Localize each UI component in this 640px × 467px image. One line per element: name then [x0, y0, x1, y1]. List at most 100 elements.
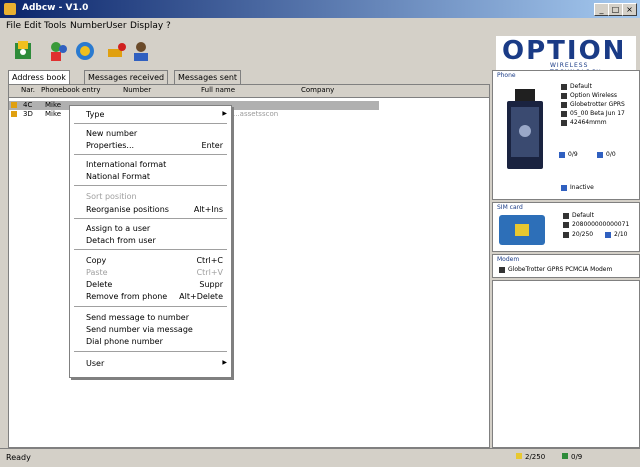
- address-book-icon[interactable]: [12, 39, 34, 63]
- menu-item-national[interactable]: National Format: [70, 171, 231, 182]
- phone-sms-count: 0/0: [597, 151, 616, 158]
- users-icon[interactable]: [48, 39, 70, 63]
- menu-item-sort-position[interactable]: Sort position: [70, 191, 231, 202]
- menu-item-remove-from-phone[interactable]: Remove from phone Alt+Delete: [70, 291, 231, 302]
- pc-card-icon: [507, 89, 543, 169]
- separator: [74, 249, 227, 250]
- status-icon: [561, 184, 567, 191]
- tab-label: Messages sent: [178, 73, 238, 82]
- phone-icon: [562, 453, 568, 459]
- manufacturer-icon: [561, 92, 567, 99]
- menu-number[interactable]: Number: [70, 21, 106, 31]
- phone-line: Default: [561, 83, 592, 90]
- sim-line-text: Default: [572, 212, 594, 219]
- sim-count: 2/10: [605, 231, 627, 238]
- separator: [74, 154, 227, 155]
- menu-item-paste[interactable]: Paste Ctrl+V: [70, 267, 231, 278]
- menu-item-delete[interactable]: Delete Suppr: [70, 279, 231, 290]
- option-logo: OPTION WIRELESS TECHNOLOGY: [496, 36, 636, 76]
- menu-item-properties[interactable]: Properties... Enter: [70, 140, 231, 151]
- menu-item-dial[interactable]: Dial phone number: [70, 336, 231, 347]
- submenu-arrow-icon: ▶: [222, 110, 227, 117]
- group-title: SIM card: [497, 204, 523, 211]
- minimize-button[interactable]: _: [594, 3, 609, 16]
- status-count-text: 2/250: [525, 453, 546, 461]
- close-button[interactable]: ×: [622, 3, 637, 16]
- sim-icon: [516, 453, 522, 459]
- menu-file[interactable]: File: [6, 21, 21, 31]
- tab-address-book[interactable]: Address book: [8, 70, 70, 84]
- status-phone-count: 0/9: [562, 453, 582, 461]
- col-full-name[interactable]: Full name: [201, 86, 235, 94]
- phone-line-text: 05_00 Beta Jun 17: [570, 110, 625, 117]
- default-icon: [561, 83, 567, 90]
- app-window: Adbcw - V1.0 _ □ × File Edit Tools Numbe…: [0, 0, 640, 467]
- separator: [74, 185, 227, 186]
- phone-line-text: 42464mmm: [570, 119, 607, 126]
- menu-item-type[interactable]: Type ▶: [70, 109, 231, 120]
- item-label: Detach from user: [86, 236, 156, 245]
- col-number[interactable]: Nar.: [21, 86, 35, 94]
- submenu-arrow-icon: ▶: [222, 359, 227, 366]
- menu-item-copy[interactable]: Copy Ctrl+C: [70, 255, 231, 266]
- item-label: Send message to number: [86, 313, 189, 322]
- menu-help[interactable]: ?: [166, 21, 171, 31]
- col-phone-number[interactable]: Number: [123, 86, 151, 94]
- menu-item-send-message[interactable]: Send message to number: [70, 312, 231, 323]
- menu-item-international[interactable]: International format: [70, 159, 231, 170]
- message-icon: [605, 231, 611, 238]
- right-panel: Phone Default Option Wireless Globetrott…: [492, 70, 640, 448]
- menu-user[interactable]: User: [106, 21, 127, 31]
- title-bar[interactable]: Adbcw - V1.0 _ □ ×: [0, 0, 640, 18]
- item-label: Delete: [86, 280, 113, 289]
- sim-line-text: 20/250: [572, 231, 594, 238]
- connect-icon[interactable]: [106, 39, 128, 63]
- app-icon: [4, 3, 16, 15]
- item-shortcut: Ctrl+V: [196, 268, 223, 277]
- sync-icon[interactable]: [74, 39, 96, 63]
- item-label: New number: [86, 129, 138, 138]
- item-label: Copy: [86, 256, 107, 265]
- imsi-icon: [563, 221, 569, 228]
- status-bar: Ready 2/250 0/9: [0, 448, 640, 467]
- sim-group: SIM card Default 208000000000071 20/250 …: [492, 202, 640, 252]
- user-icon[interactable]: [130, 39, 152, 63]
- menu-bar: File Edit Tools Number User Display ?: [0, 18, 640, 35]
- phone-status-text: Inactive: [570, 184, 594, 191]
- separator: [74, 218, 227, 219]
- item-shortcut: Ctrl+C: [196, 256, 223, 265]
- item-label: Type: [86, 110, 105, 119]
- maximize-button[interactable]: □: [608, 3, 623, 16]
- empty-panel: [492, 280, 640, 448]
- sim-line: 20/250: [563, 231, 593, 238]
- row-num: 3D: [23, 110, 33, 118]
- window-title: Adbcw - V1.0: [22, 3, 89, 13]
- item-label: International format: [86, 160, 167, 169]
- menu-item-user[interactable]: User ▶: [70, 358, 231, 369]
- modem-icon: [499, 266, 505, 273]
- phone-line-text: Default: [570, 83, 592, 90]
- menu-edit[interactable]: Edit: [24, 21, 41, 31]
- col-company[interactable]: Company: [301, 86, 334, 94]
- menu-item-reorganise[interactable]: Reorganise positions Alt+Ins: [70, 204, 231, 215]
- tab-messages-sent[interactable]: Messages sent: [174, 70, 242, 84]
- phone-line-text: Globetrotter GPRS: [570, 101, 625, 108]
- item-label: Assign to a user: [86, 224, 151, 233]
- menu-tools[interactable]: Tools: [44, 21, 66, 31]
- modem-group: Modem GlobeTrotter GPRS PCMCIA Modem: [492, 254, 640, 278]
- tab-label: Messages received: [88, 73, 165, 82]
- menu-item-detach-user[interactable]: Detach from user: [70, 235, 231, 246]
- menu-item-send-number[interactable]: Send number via message: [70, 324, 231, 335]
- col-entry[interactable]: Phonebook entry: [41, 86, 100, 94]
- item-label: Sort position: [86, 192, 137, 201]
- tab-messages-received[interactable]: Messages received: [84, 70, 169, 84]
- status-text: Ready: [6, 453, 31, 462]
- menu-item-assign-user[interactable]: Assign to a user: [70, 223, 231, 234]
- phone-sms-count-text: 0/0: [606, 151, 616, 158]
- menu-item-new-number[interactable]: New number: [70, 128, 231, 139]
- row-entry: Mike: [45, 110, 62, 118]
- group-title: Phone: [497, 72, 516, 79]
- menu-display[interactable]: Display: [130, 21, 163, 31]
- item-label: Dial phone number: [86, 337, 163, 346]
- tab-label: Address book: [12, 73, 66, 82]
